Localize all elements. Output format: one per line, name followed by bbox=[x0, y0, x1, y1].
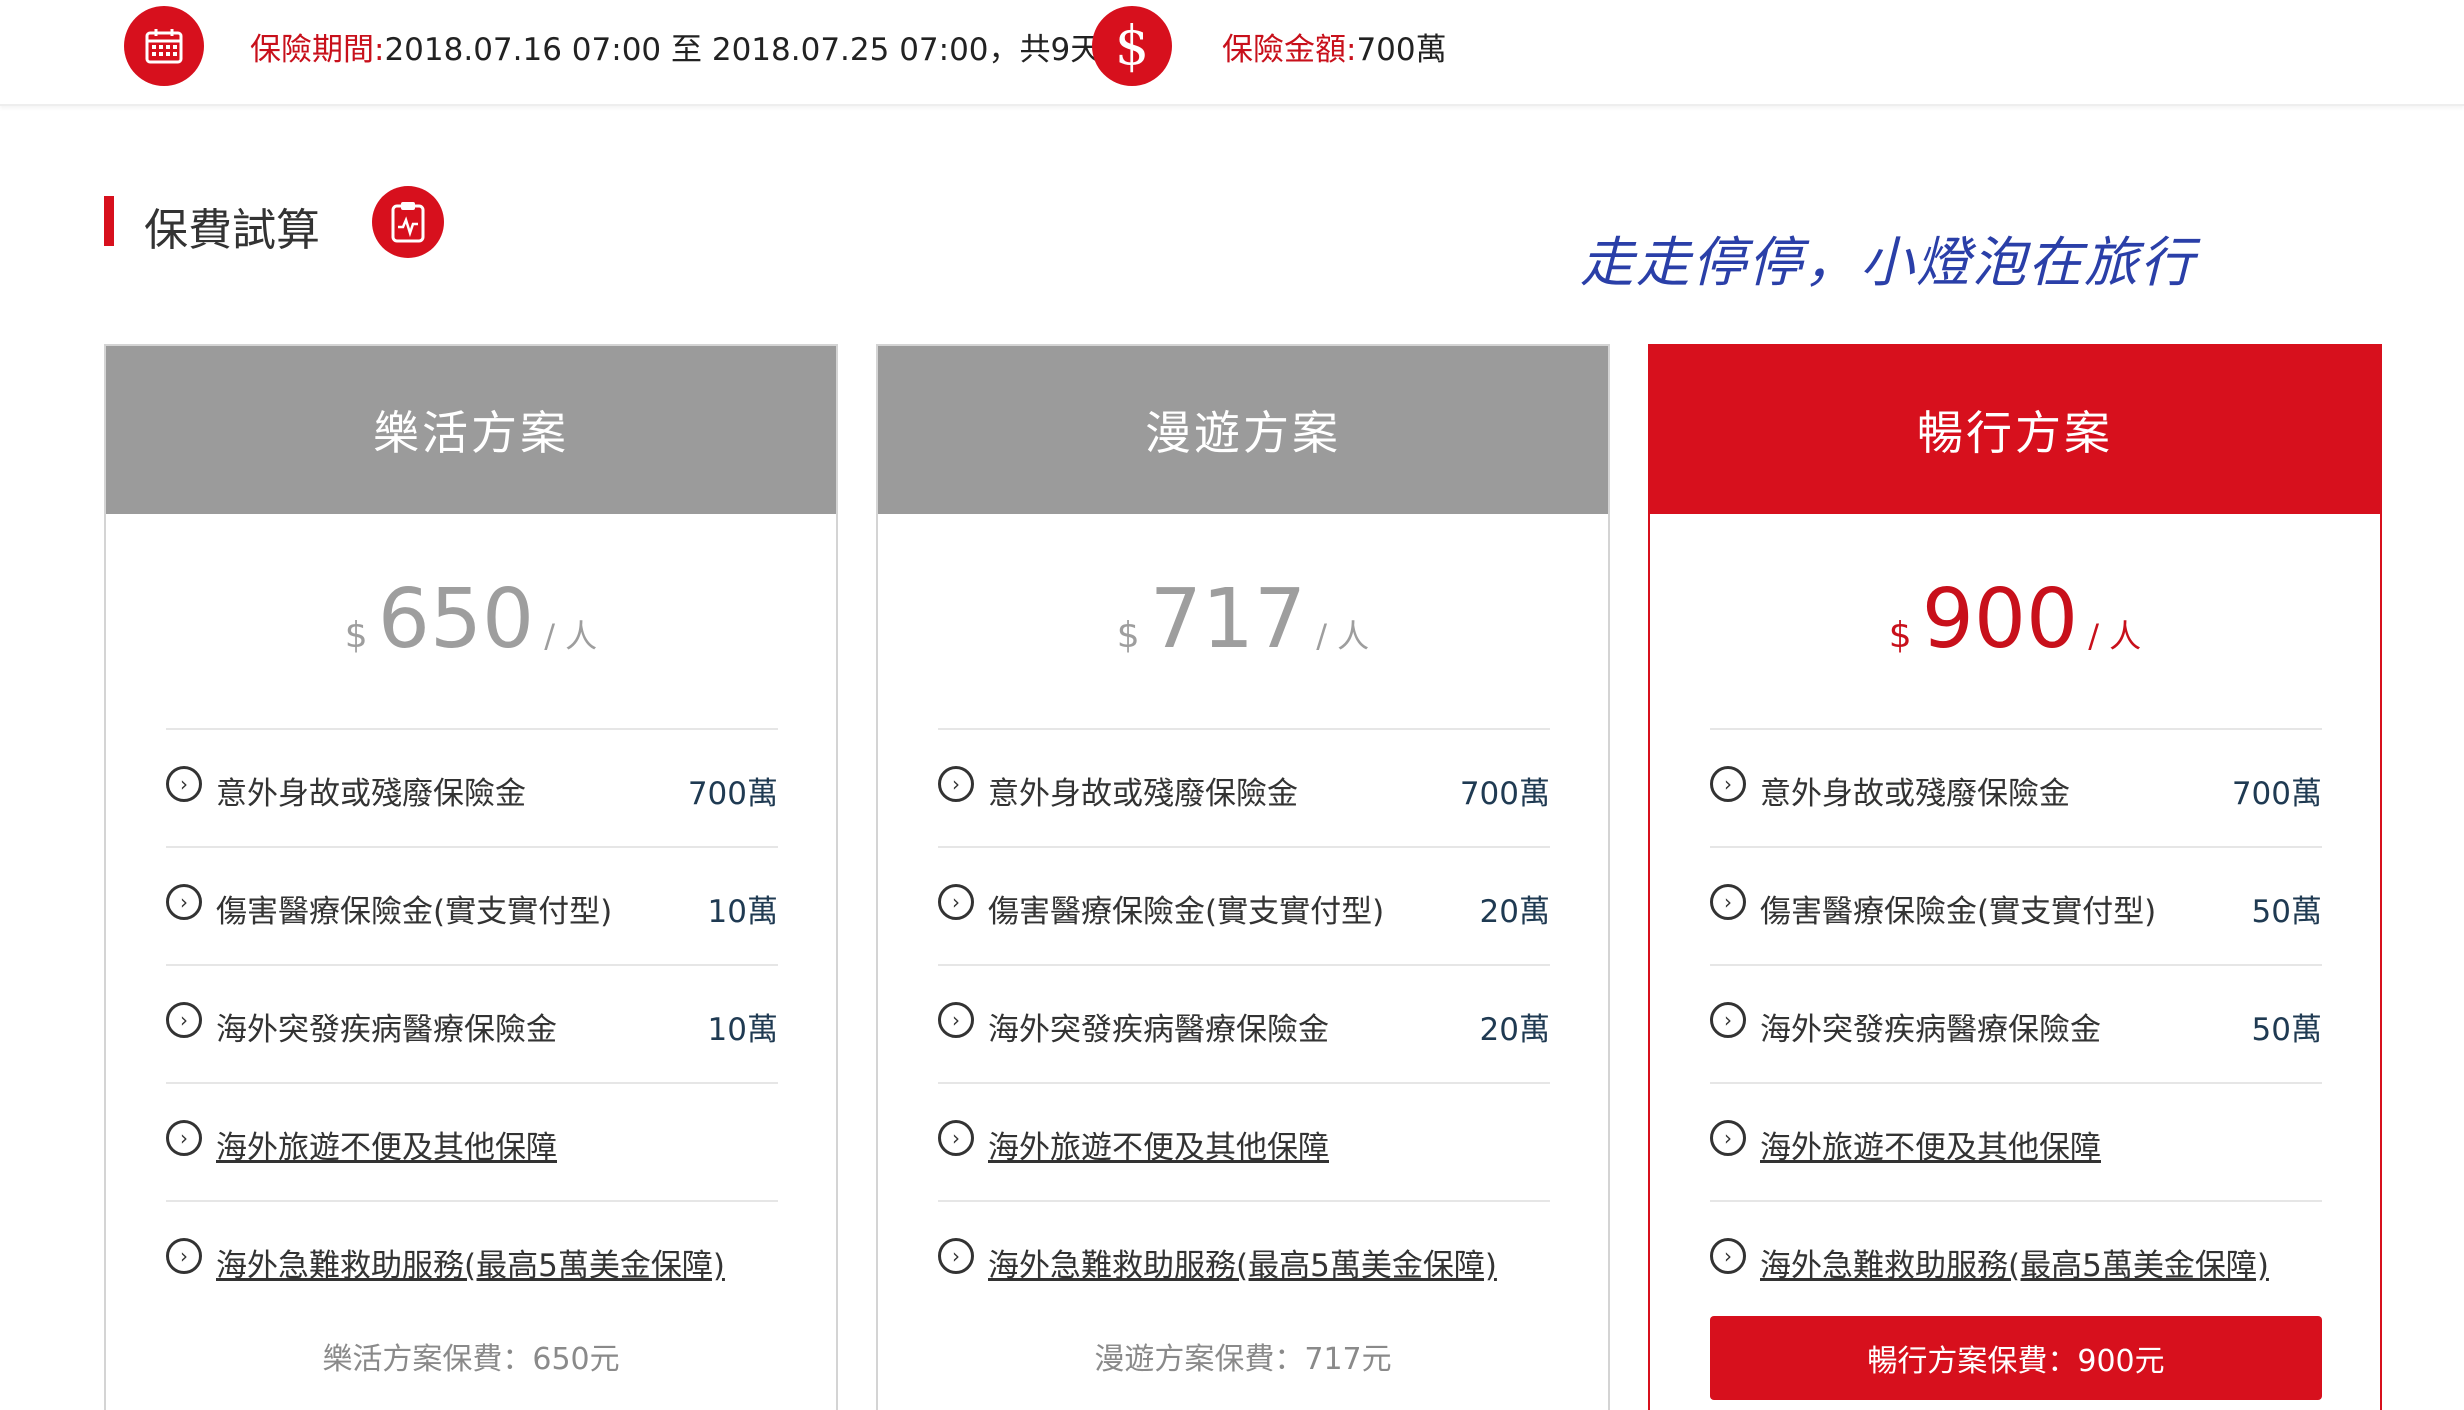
plan-name: 漫遊方案 bbox=[878, 346, 1608, 514]
coverage-label: 傷害醫療保險金(實支實付型) bbox=[216, 894, 613, 930]
coverage-value: 50萬 bbox=[2251, 894, 2322, 930]
chevron-right-circle-icon: › bbox=[166, 884, 202, 920]
chevron-right-circle-icon: › bbox=[1710, 1120, 1746, 1156]
plan-price: $650/ 人 bbox=[106, 572, 836, 667]
plan-price: $717/ 人 bbox=[878, 572, 1608, 667]
coverage-row: › 傷害醫療保險金(實支實付型) 50萬 bbox=[1710, 848, 2322, 966]
price-amount: 900 bbox=[1921, 572, 2079, 667]
price-currency: $ bbox=[1116, 615, 1140, 656]
coverage-value: 10萬 bbox=[707, 1012, 778, 1048]
coverage-row: › 傷害醫療保險金(實支實付型) 10萬 bbox=[166, 848, 778, 966]
chevron-right-circle-icon: › bbox=[938, 1120, 974, 1156]
coverage-row: › 傷害醫療保險金(實支實付型) 20萬 bbox=[938, 848, 1550, 966]
coverage-link[interactable]: 海外旅遊不便及其他保障 bbox=[1760, 1122, 2101, 1167]
coverage-value: 700萬 bbox=[2231, 776, 2322, 812]
chevron-right-circle-icon: › bbox=[938, 766, 974, 802]
coverage-row: › 意外身故或殘廢保險金 700萬 bbox=[166, 730, 778, 848]
price-amount: 650 bbox=[377, 572, 535, 667]
section-title: 保費試算 bbox=[144, 205, 320, 256]
plan-card-manyou[interactable]: 漫遊方案 $717/ 人 › 意外身故或殘廢保險金 700萬 › 傷害醫療保險金… bbox=[876, 344, 1610, 1410]
coverage-label: 意外身故或殘廢保險金 bbox=[988, 776, 1298, 812]
coverage-label: 海外突發疾病醫療保險金 bbox=[1760, 1012, 2101, 1048]
coverage-label: 意外身故或殘廢保險金 bbox=[1760, 776, 2070, 812]
chevron-right-circle-icon: › bbox=[938, 1002, 974, 1038]
insurance-period: 保險期間:2018.07.16 07:00 至 2018.07.25 07:00… bbox=[250, 24, 1101, 69]
coverage-row: › 意外身故或殘廢保險金 700萬 bbox=[1710, 730, 2322, 848]
coverage-value: 700萬 bbox=[687, 776, 778, 812]
coverage-row: › 海外突發疾病醫療保險金 20萬 bbox=[938, 966, 1550, 1084]
plan-fee-text[interactable]: 漫遊方案保費：717元 bbox=[878, 1334, 1608, 1378]
coverage-value: 50萬 bbox=[2251, 1012, 2322, 1048]
coverage-row: › 海外旅遊不便及其他保障 bbox=[1710, 1084, 2322, 1202]
watermark-text: 走走停停，小燈泡在旅行 bbox=[1580, 231, 2196, 294]
amount-label: 保險金額: bbox=[1222, 32, 1357, 68]
chevron-right-circle-icon: › bbox=[166, 766, 202, 802]
plan-name: 暢行方案 bbox=[1650, 346, 2380, 514]
coverage-value: 10萬 bbox=[707, 894, 778, 930]
price-currency: $ bbox=[1888, 615, 1912, 656]
coverage-row: › 海外急難救助服務(最高5萬美金保障) bbox=[938, 1202, 1550, 1320]
coverage-label: 海外突發疾病醫療保險金 bbox=[216, 1012, 557, 1048]
dollar-icon: $ bbox=[1092, 6, 1172, 86]
coverage-row: › 海外突發疾病醫療保險金 10萬 bbox=[166, 966, 778, 1084]
chevron-right-circle-icon: › bbox=[938, 1238, 974, 1274]
coverage-row: › 海外急難救助服務(最高5萬美金保障) bbox=[1710, 1202, 2322, 1320]
plan-price: $900/ 人 bbox=[1650, 572, 2380, 667]
plan-fee-text[interactable]: 樂活方案保費：650元 bbox=[106, 1334, 836, 1378]
coverage-value: 700萬 bbox=[1459, 776, 1550, 812]
price-unit: / 人 bbox=[544, 617, 598, 655]
coverage-label: 海外突發疾病醫療保險金 bbox=[988, 1012, 1329, 1048]
price-currency: $ bbox=[344, 615, 368, 656]
coverage-label: 傷害醫療保險金(實支實付型) bbox=[1760, 894, 2157, 930]
coverage-list: › 意外身故或殘廢保險金 700萬 › 傷害醫療保險金(實支實付型) 20萬 ›… bbox=[938, 728, 1550, 1320]
coverage-value: 20萬 bbox=[1479, 1012, 1550, 1048]
section-accent-bar bbox=[104, 196, 114, 246]
price-unit: / 人 bbox=[2088, 617, 2142, 655]
chevron-right-circle-icon: › bbox=[166, 1002, 202, 1038]
plan-fee-button[interactable]: 暢行方案保費：900元 bbox=[1710, 1316, 2322, 1400]
period-label: 保險期間: bbox=[250, 32, 385, 68]
plan-card-changxing[interactable]: 暢行方案 $900/ 人 › 意外身故或殘廢保險金 700萬 › 傷害醫療保險金… bbox=[1648, 344, 2382, 1410]
coverage-link[interactable]: 海外旅遊不便及其他保障 bbox=[216, 1122, 557, 1167]
plan-name: 樂活方案 bbox=[106, 346, 836, 514]
insurance-amount: 保險金額:700萬 bbox=[1222, 24, 1447, 69]
coverage-link[interactable]: 海外旅遊不便及其他保障 bbox=[988, 1122, 1329, 1167]
coverage-label: 意外身故或殘廢保險金 bbox=[216, 776, 526, 812]
coverage-label: 傷害醫療保險金(實支實付型) bbox=[988, 894, 1385, 930]
clipboard-icon bbox=[372, 186, 444, 258]
chevron-right-circle-icon: › bbox=[1710, 1238, 1746, 1274]
coverage-row: › 海外旅遊不便及其他保障 bbox=[938, 1084, 1550, 1202]
coverage-list: › 意外身故或殘廢保險金 700萬 › 傷害醫療保險金(實支實付型) 10萬 ›… bbox=[166, 728, 778, 1320]
coverage-link[interactable]: 海外急難救助服務(最高5萬美金保障) bbox=[1760, 1240, 2269, 1285]
coverage-link[interactable]: 海外急難救助服務(最高5萬美金保障) bbox=[216, 1240, 725, 1285]
chevron-right-circle-icon: › bbox=[938, 884, 974, 920]
coverage-row: › 海外旅遊不便及其他保障 bbox=[166, 1084, 778, 1202]
period-value: 2018.07.16 07:00 至 2018.07.25 07:00，共9天 bbox=[384, 32, 1102, 68]
calendar-icon bbox=[124, 6, 204, 86]
insurance-summary-bar: 保險期間:2018.07.16 07:00 至 2018.07.25 07:00… bbox=[0, 0, 2464, 106]
coverage-list: › 意外身故或殘廢保險金 700萬 › 傷害醫療保險金(實支實付型) 50萬 ›… bbox=[1710, 728, 2322, 1320]
chevron-right-circle-icon: › bbox=[166, 1120, 202, 1156]
plan-card-lehuo[interactable]: 樂活方案 $650/ 人 › 意外身故或殘廢保險金 700萬 › 傷害醫療保險金… bbox=[104, 344, 838, 1410]
coverage-link[interactable]: 海外急難救助服務(最高5萬美金保障) bbox=[988, 1240, 1497, 1285]
chevron-right-circle-icon: › bbox=[1710, 884, 1746, 920]
price-amount: 717 bbox=[1149, 572, 1307, 667]
coverage-row: › 意外身故或殘廢保險金 700萬 bbox=[938, 730, 1550, 848]
coverage-value: 20萬 bbox=[1479, 894, 1550, 930]
chevron-right-circle-icon: › bbox=[1710, 1002, 1746, 1038]
chevron-right-circle-icon: › bbox=[166, 1238, 202, 1274]
coverage-row: › 海外急難救助服務(最高5萬美金保障) bbox=[166, 1202, 778, 1320]
price-unit: / 人 bbox=[1316, 617, 1370, 655]
dollar-symbol: $ bbox=[1114, 14, 1150, 77]
coverage-row: › 海外突發疾病醫療保險金 50萬 bbox=[1710, 966, 2322, 1084]
chevron-right-circle-icon: › bbox=[1710, 766, 1746, 802]
amount-value: 700萬 bbox=[1356, 32, 1447, 68]
